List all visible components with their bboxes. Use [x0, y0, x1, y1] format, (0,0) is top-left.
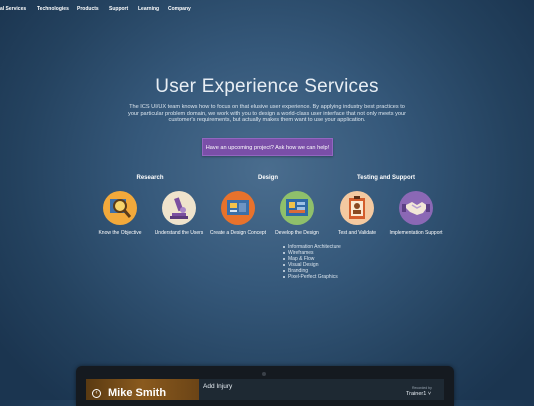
profile-name: Mike Smith — [108, 387, 167, 399]
trainer-select[interactable]: Trainer1 ˅ — [406, 391, 431, 397]
camera-icon — [262, 372, 266, 376]
tablet-screen: ‹ Mike Smith Add Injury Recorded by Trai… — [86, 379, 444, 400]
step-design-concept[interactable]: Create a Design Concept — [208, 191, 268, 236]
step-implementation-support[interactable]: Implementation Support — [386, 191, 446, 236]
hero-description: The ICS UI/UX team knows how to focus on… — [128, 104, 406, 124]
step-label: Test and Validate — [338, 230, 376, 236]
magnifier-icon — [103, 191, 137, 225]
hero: User Experience Services — [0, 76, 534, 98]
list-item: Pixel-Perfect Graphics — [283, 274, 341, 280]
step-develop-design[interactable]: Develop the Design — [267, 191, 327, 236]
step-label: Create a Design Concept — [209, 230, 267, 236]
step-know-objective[interactable]: Know the Objective — [90, 191, 150, 236]
clipboard-person-icon — [340, 191, 374, 225]
handshake-icon — [399, 191, 433, 225]
screen-title: Add Injury — [203, 383, 233, 390]
step-label: Know the Objective — [98, 230, 142, 236]
page-title: User Experience Services — [155, 76, 379, 97]
design-services-list: Information Architecture Wireframes Map … — [283, 244, 341, 280]
step-label: Understand the Users — [154, 230, 204, 236]
nav-item-technologies[interactable]: Technologies — [37, 6, 69, 12]
nav-item-products[interactable]: Products — [77, 6, 99, 12]
design-board-icon — [221, 191, 255, 225]
section-design: Design — [257, 175, 279, 181]
trainer-value: Trainer1 — [406, 391, 427, 397]
step-test-validate[interactable]: Test and Validate — [327, 191, 387, 236]
step-understand-users[interactable]: Understand the Users — [149, 191, 209, 236]
back-arrow-icon[interactable]: ‹ — [92, 389, 101, 398]
section-testing: Testing and Support — [357, 175, 415, 181]
section-research: Research — [136, 175, 164, 181]
nav-item-company[interactable]: Company — [168, 6, 191, 12]
nav-item-services[interactable]: al Services — [0, 6, 26, 12]
nav-item-learning[interactable]: Learning — [138, 6, 159, 12]
profile-panel: ‹ Mike Smith — [86, 379, 199, 400]
microscope-icon — [162, 191, 196, 225]
nav-item-support[interactable]: Support — [109, 6, 128, 12]
blueprint-icon — [280, 191, 314, 225]
top-navigation: al Services Technologies Products Suppor… — [0, 0, 534, 18]
contact-cta-button[interactable]: Have an upcoming project? Ask how we can… — [202, 138, 333, 156]
step-label: Develop the Design — [275, 230, 319, 236]
recorded-by-label: Recorded by — [412, 386, 432, 390]
step-label: Implementation Support — [389, 230, 443, 236]
chevron-down-icon: ˅ — [427, 391, 432, 397]
